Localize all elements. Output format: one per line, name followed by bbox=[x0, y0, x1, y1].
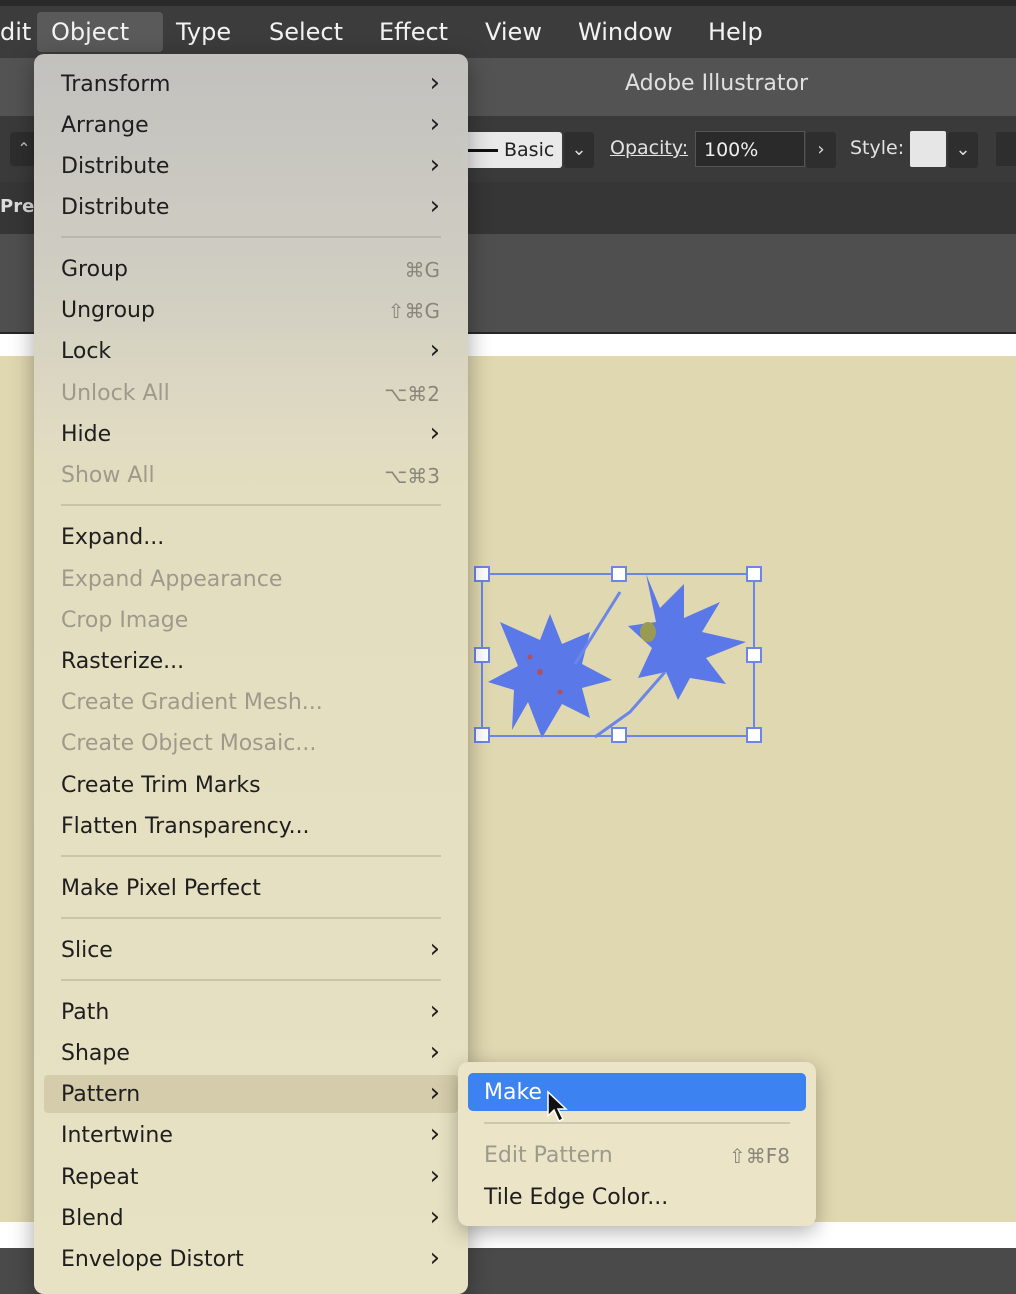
chevron-right-icon: › bbox=[429, 934, 440, 964]
menu-item-unlock-all: Unlock All ⌥⌘2 bbox=[61, 381, 440, 406]
leaf-left-icon bbox=[488, 591, 622, 738]
menu-item-shape[interactable]: Shape › bbox=[44, 1034, 458, 1072]
menu-separator bbox=[61, 917, 441, 919]
mouse-pointer-icon bbox=[547, 1090, 568, 1123]
shortcut-label: ⇧⌘G bbox=[387, 299, 440, 323]
menu-item-flatten-transparency[interactable]: Flatten Transparency... bbox=[44, 807, 458, 845]
chevron-right-icon: › bbox=[429, 1161, 440, 1191]
menu-separator bbox=[61, 979, 441, 981]
menu-item-ungroup[interactable]: Ungroup ⇧⌘G bbox=[44, 291, 458, 329]
chevron-right-icon: › bbox=[429, 996, 440, 1026]
menu-effect[interactable]: Effect bbox=[365, 12, 462, 52]
menu-item-group[interactable]: Group ⌘G bbox=[44, 250, 458, 288]
menu-item-show-all: Show All ⌥⌘3 bbox=[61, 463, 440, 488]
chevron-right-icon: › bbox=[429, 418, 440, 448]
chevron-right-icon: › bbox=[429, 1037, 440, 1067]
menu-item-crop-image: Crop Image bbox=[61, 608, 189, 633]
submenu-item-tile-edge-color[interactable]: Tile Edge Color... bbox=[468, 1178, 806, 1216]
chevron-right-icon: › bbox=[429, 109, 440, 139]
menu-item-make-pixel-perfect[interactable]: Make Pixel Perfect bbox=[44, 869, 458, 907]
menu-item-intertwine[interactable]: Intertwine › bbox=[44, 1116, 458, 1154]
shortcut-label: ⌘G bbox=[404, 258, 441, 282]
menu-item-transform[interactable]: Transform › bbox=[44, 65, 458, 103]
chevron-right-icon: › bbox=[429, 68, 440, 98]
object-menu: Transform › Arrange › Distribute › Distr… bbox=[34, 54, 468, 1294]
menu-item-pattern[interactable]: Pattern › bbox=[44, 1075, 458, 1113]
menu-item-repeat[interactable]: Repeat › bbox=[44, 1158, 458, 1196]
stroke-style-label: Basic bbox=[504, 139, 555, 161]
pattern-submenu: Make Edit Pattern ⇧⌘F8 Tile Edge Color..… bbox=[458, 1062, 816, 1226]
shortcut-label: ⌥⌘3 bbox=[384, 464, 440, 488]
shortcut-label: ⇧⌘F8 bbox=[729, 1144, 790, 1168]
shortcut-label: ⌥⌘2 bbox=[384, 382, 440, 406]
menu-item-create-gradient-mesh: Create Gradient Mesh... bbox=[61, 690, 323, 715]
menu-item-lock[interactable]: Lock › bbox=[44, 332, 458, 370]
opacity-input[interactable]: 100% bbox=[695, 131, 805, 167]
stroke-line-icon bbox=[468, 149, 498, 152]
submenu-item-make[interactable]: Make bbox=[468, 1073, 806, 1111]
stroke-style-dropdown[interactable]: Basic bbox=[462, 132, 562, 168]
menu-item-slice[interactable]: Slice › bbox=[44, 931, 458, 969]
menu-view[interactable]: View bbox=[471, 12, 556, 52]
chevron-right-icon: › bbox=[429, 150, 440, 180]
menu-separator bbox=[61, 236, 441, 238]
chevron-right-icon: › bbox=[429, 1202, 440, 1232]
menu-item-expand[interactable]: Expand... bbox=[44, 518, 458, 556]
menu-item-create-object-mosaic: Create Object Mosaic... bbox=[61, 731, 317, 756]
menu-help[interactable]: Help bbox=[694, 12, 777, 52]
menu-item-rasterize[interactable]: Rasterize... bbox=[44, 642, 458, 680]
menu-item-envelope-distort[interactable]: Envelope Distort › bbox=[44, 1240, 458, 1278]
menu-separator bbox=[61, 855, 441, 857]
menu-item-path[interactable]: Path › bbox=[44, 993, 458, 1031]
menu-item-distribute[interactable]: Distribute › bbox=[44, 147, 458, 185]
window-title: Adobe Illustrator bbox=[625, 71, 808, 96]
style-label: Style: bbox=[850, 137, 905, 159]
chevron-right-icon: › bbox=[429, 1243, 440, 1273]
menu-type[interactable]: Type bbox=[162, 12, 245, 52]
menu-bar: dit Object Type Select Effect View Windo… bbox=[0, 0, 1016, 58]
chevron-right-icon: › bbox=[429, 1119, 440, 1149]
menu-object[interactable]: Object bbox=[37, 12, 163, 52]
style-chevron-down-icon[interactable]: ⌄ bbox=[948, 132, 978, 168]
menu-select[interactable]: Select bbox=[255, 12, 357, 52]
style-swatch[interactable] bbox=[910, 131, 946, 167]
menu-item-create-trim-marks[interactable]: Create Trim Marks bbox=[44, 766, 458, 804]
chevron-right-icon: › bbox=[429, 1078, 440, 1108]
menu-item-expand-appearance: Expand Appearance bbox=[61, 567, 283, 592]
chevron-right-icon: › bbox=[429, 335, 440, 365]
chevron-right-icon: › bbox=[429, 191, 440, 221]
opacity-chevron-right-icon[interactable]: › bbox=[806, 132, 836, 168]
selected-leaf-artwork[interactable] bbox=[470, 562, 770, 748]
menu-item-arrange[interactable]: Arrange › bbox=[44, 106, 458, 144]
menu-item-blend[interactable]: Blend › bbox=[44, 1199, 458, 1237]
menu-separator bbox=[484, 1122, 790, 1124]
opacity-label[interactable]: Opacity: bbox=[610, 137, 688, 159]
control-bar-edge bbox=[996, 132, 1016, 166]
menu-separator bbox=[61, 504, 441, 506]
menu-item-hide[interactable]: Hide › bbox=[44, 415, 458, 453]
menu-window[interactable]: Window bbox=[564, 12, 687, 52]
stroke-style-chevron-icon[interactable]: ⌄ bbox=[564, 132, 594, 168]
submenu-item-edit-pattern: Edit Pattern ⇧⌘F8 bbox=[484, 1143, 790, 1168]
menu-item-distribute-2[interactable]: Distribute › bbox=[44, 188, 458, 226]
